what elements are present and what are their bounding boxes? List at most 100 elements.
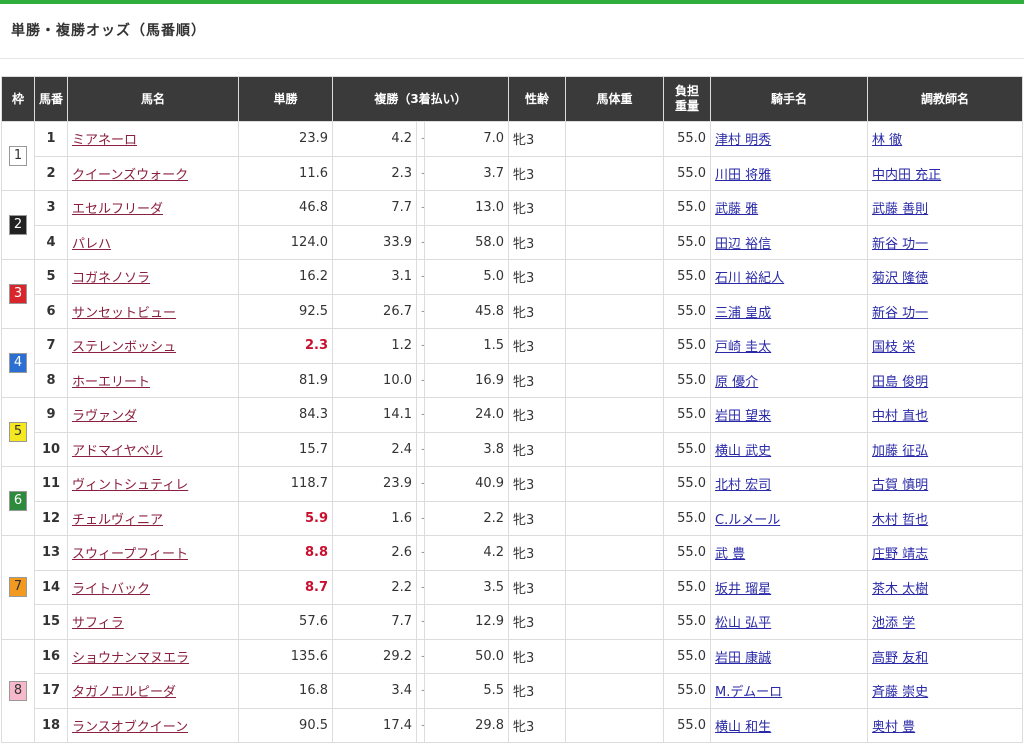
trainer-link[interactable]: 加藤 征弘: [872, 444, 928, 459]
umaban-cell: 18: [34, 707, 68, 743]
win-odds-cell: 84.3: [238, 397, 333, 433]
sex-age-cell: 牝3: [508, 535, 567, 571]
sex-age-cell: 牝3: [508, 224, 567, 260]
trainer-link[interactable]: 国枝 栄: [872, 340, 915, 355]
carried-weight-cell: 55.0: [663, 362, 712, 398]
trainer-link[interactable]: 田島 俊明: [872, 375, 928, 390]
trainer-link[interactable]: 古賀 慎明: [872, 478, 928, 493]
horse-name-link[interactable]: エセルフリーダ: [72, 202, 163, 217]
sex-age-cell: 牝3: [508, 569, 567, 605]
trainer-link[interactable]: 中村 直也: [872, 409, 928, 424]
table-row: 59 ラヴァンダ 84.314.1-24.0牝3 55.0岩田 望来 中村 直也: [1, 397, 1024, 467]
trainer-cell: 木村 哲也: [867, 500, 1024, 536]
jockey-link[interactable]: 武藤 雅: [715, 202, 758, 217]
jockey-link[interactable]: 武 豊: [715, 547, 745, 562]
jockey-cell: 岩田 康誠: [710, 638, 869, 674]
jockey-link[interactable]: M.デムーロ: [715, 685, 782, 700]
jockey-link[interactable]: 田辺 裕信: [715, 237, 771, 252]
trainer-link[interactable]: 新谷 功一: [872, 306, 928, 321]
horse-name-link[interactable]: ホーエリート: [72, 375, 150, 390]
sex-age-cell: 牝3: [508, 328, 567, 364]
table-row: 17 タガノエルピーダ 16.83.4-5.5牝3 55.0M.デムーロ 斉藤 崇史: [2, 673, 1024, 709]
win-odds-cell: 11.6: [238, 155, 333, 191]
horse-name-link[interactable]: アドマイヤベル: [72, 444, 163, 459]
place-odds-separator: -: [416, 604, 425, 640]
jockey-link[interactable]: 坂井 瑠星: [715, 582, 771, 597]
horse-name-link[interactable]: ライトバック: [72, 582, 150, 597]
table-row: 10 アドマイヤベル 15.72.4-3.8牝3 55.0横山 武史 加藤 征弘: [2, 431, 1024, 467]
waku-badge: 6: [9, 491, 27, 511]
horse-name-link[interactable]: ステレンボッシュ: [72, 340, 176, 355]
horse-name-cell: クイーンズウォーク: [67, 155, 239, 191]
table-row: 14 ライトバック 8.72.2-3.5牝3 55.0坂井 瑠星 茶木 太樹: [2, 569, 1024, 605]
jockey-link[interactable]: 岩田 望来: [715, 409, 771, 424]
horse-name-link[interactable]: クイーンズウォーク: [72, 168, 188, 183]
horse-name-link[interactable]: サフィラ: [72, 616, 124, 631]
jockey-link[interactable]: 横山 武史: [715, 444, 771, 459]
horse-name-cell: アドマイヤベル: [67, 431, 239, 467]
horse-name-link[interactable]: ミアネーロ: [72, 133, 137, 148]
place-odds-max-cell: 2.2: [423, 500, 510, 536]
place-odds-separator: -: [416, 707, 425, 743]
horse-name-link[interactable]: スウィープフィート: [72, 547, 188, 562]
jockey-link[interactable]: 北村 宏司: [715, 478, 771, 493]
jockey-link[interactable]: 原 優介: [715, 375, 758, 390]
jockey-link[interactable]: C.ルメール: [715, 513, 780, 528]
header-row: 枠 馬番 馬名 単勝 複勝（3着払い） 性齢 馬体重 負担 重量 騎手名 調教師名: [1, 76, 1024, 122]
trainer-cell: 斉藤 崇史: [867, 673, 1024, 709]
win-odds-cell: 8.8: [238, 535, 333, 571]
horse-name-cell: スウィープフィート: [67, 535, 239, 571]
trainer-link[interactable]: 斉藤 崇史: [872, 685, 928, 700]
header-waku: 枠: [1, 76, 35, 122]
jockey-cell: 川田 将雅: [710, 155, 869, 191]
body-weight-cell: [565, 259, 665, 295]
horse-name-link[interactable]: ランスオブクイーン: [72, 720, 188, 735]
trainer-link[interactable]: 菊沢 隆徳: [872, 271, 928, 286]
trainer-cell: 高野 友和: [867, 638, 1024, 674]
place-odds-separator: -: [416, 569, 425, 605]
place-odds-separator: -: [416, 466, 425, 502]
trainer-link[interactable]: 庄野 靖志: [872, 547, 928, 562]
trainer-link[interactable]: 中内田 充正: [872, 168, 941, 183]
jockey-link[interactable]: 戸崎 圭太: [715, 340, 771, 355]
jockey-cell: 三浦 皇成: [710, 293, 869, 329]
jockey-link[interactable]: 川田 将雅: [715, 168, 771, 183]
trainer-link[interactable]: 木村 哲也: [872, 513, 928, 528]
trainer-link[interactable]: 茶木 太樹: [872, 582, 928, 597]
horse-name-link[interactable]: ショウナンマヌエラ: [72, 651, 189, 666]
place-odds-min-cell: 2.6: [332, 535, 417, 571]
horse-name-link[interactable]: パレハ: [72, 237, 111, 252]
horse-name-link[interactable]: コガネノソラ: [72, 271, 150, 286]
horse-name-link[interactable]: タガノエルピーダ: [72, 685, 176, 700]
win-odds-cell: 81.9: [238, 362, 333, 398]
horse-name-link[interactable]: ヴィントシュティレ: [72, 478, 188, 493]
jockey-link[interactable]: 津村 明秀: [715, 133, 771, 148]
horse-name-link[interactable]: サンセットビュー: [72, 306, 176, 321]
jockey-link[interactable]: 石川 裕紀人: [715, 271, 784, 286]
place-odds-separator: -: [416, 121, 425, 157]
jockey-link[interactable]: 横山 和生: [715, 720, 771, 735]
jockey-link[interactable]: 岩田 康誠: [715, 651, 771, 666]
body-weight-cell: [565, 190, 665, 226]
trainer-link[interactable]: 奥村 豊: [872, 720, 915, 735]
trainer-link[interactable]: 林 徹: [872, 133, 902, 148]
place-odds-max-cell: 5.5: [423, 673, 510, 709]
place-odds-separator: -: [416, 259, 425, 295]
sex-age-cell: 牝3: [508, 500, 567, 536]
carried-weight-cell: 55.0: [663, 707, 712, 743]
horse-name-link[interactable]: ラヴァンダ: [72, 409, 137, 424]
trainer-cell: 林 徹: [867, 121, 1024, 157]
jockey-link[interactable]: 松山 弘平: [715, 616, 771, 631]
jockey-link[interactable]: 三浦 皇成: [715, 306, 771, 321]
trainer-link[interactable]: 新谷 功一: [872, 237, 928, 252]
waku-badge: 2: [9, 215, 27, 235]
body-weight-cell: [565, 500, 665, 536]
trainer-link[interactable]: 高野 友和: [872, 651, 928, 666]
trainer-link[interactable]: 池添 学: [872, 616, 915, 631]
trainer-cell: 奥村 豊: [867, 707, 1024, 743]
place-odds-min-cell: 7.7: [332, 604, 417, 640]
horse-name-link[interactable]: チェルヴィニア: [72, 513, 163, 528]
trainer-link[interactable]: 武藤 善則: [872, 202, 928, 217]
body-weight-cell: [565, 535, 665, 571]
carried-weight-cell: 55.0: [663, 190, 712, 226]
